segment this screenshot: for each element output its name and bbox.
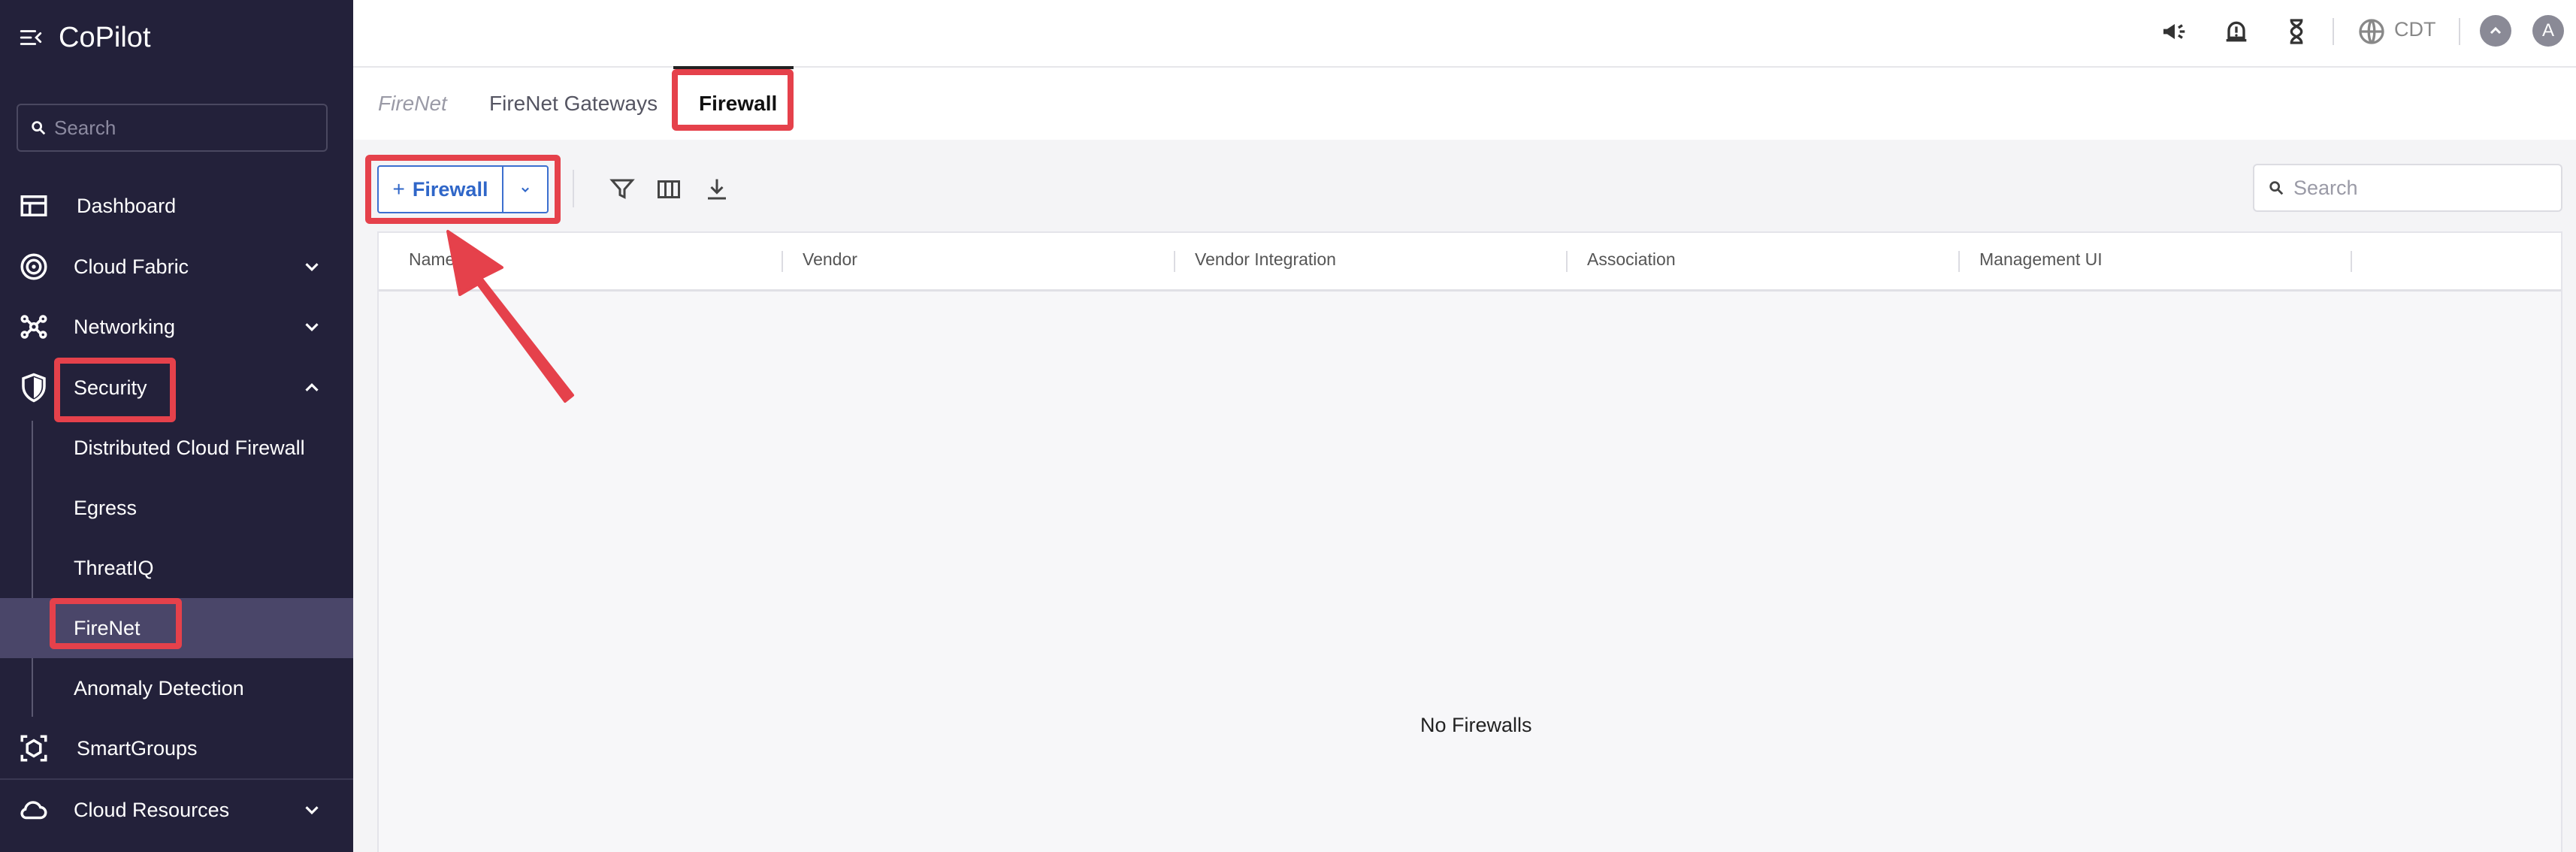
column-header-association[interactable]: Association xyxy=(1587,249,1676,270)
tab-firenet-gateways[interactable]: FireNet Gateways xyxy=(489,92,658,116)
globe-icon[interactable] xyxy=(2357,17,2387,47)
add-firewall-label: Firewall xyxy=(412,177,488,201)
brand: CoPilot xyxy=(18,20,151,56)
sidebar-subitem-label: Distributed Cloud Firewall xyxy=(74,436,305,459)
add-firewall-dropdown[interactable] xyxy=(503,167,547,212)
empty-state-message: No Firewalls xyxy=(1420,714,1532,736)
table-header: Name Vendor Vendor Integration Associati… xyxy=(379,233,2561,292)
top-divider xyxy=(2459,18,2460,45)
sidebar-subitem-anomaly-detection[interactable]: Anomaly Detection xyxy=(0,658,353,718)
timezone-label[interactable]: CDT xyxy=(2394,18,2436,41)
sidebar-item-cloud-resources[interactable]: Cloud Resources xyxy=(0,780,353,840)
column-divider xyxy=(782,251,783,272)
collapse-toggle[interactable] xyxy=(2480,15,2511,47)
sidebar: CoPilot Search Dashboard Cloud Fabric Ne… xyxy=(0,0,353,852)
column-divider xyxy=(1174,251,1175,272)
sidebar-subitem-label: ThreatIQ xyxy=(74,556,154,579)
sidebar-item-label: Dashboard xyxy=(77,194,177,217)
column-header-vendor-integration[interactable]: Vendor Integration xyxy=(1195,249,1336,270)
chevron-up-icon xyxy=(305,383,319,391)
sidebar-item-smartgroups[interactable]: SmartGroups xyxy=(0,718,353,778)
sidebar-item-networking[interactable]: Networking xyxy=(0,297,353,357)
sidebar-subitem-label: FireNet xyxy=(74,616,141,639)
download-icon[interactable] xyxy=(703,176,730,203)
cloud-fabric-icon xyxy=(20,253,47,280)
chevron-up-icon xyxy=(2490,26,2502,35)
chevron-down-icon xyxy=(305,323,319,331)
tab-firewall[interactable]: Firewall xyxy=(699,92,777,116)
filter-icon[interactable] xyxy=(609,176,636,203)
hourglass-icon[interactable] xyxy=(2281,17,2311,47)
plus-icon: + xyxy=(392,177,405,201)
app-title: CoPilot xyxy=(59,21,151,53)
chevron-down-icon xyxy=(305,806,319,814)
sidebar-item-cloud-fabric[interactable]: Cloud Fabric xyxy=(0,237,353,297)
chevron-down-icon xyxy=(522,187,529,192)
tab-firenet[interactable]: FireNet xyxy=(378,92,447,116)
sidebar-search-input[interactable]: Search xyxy=(17,104,328,152)
sidebar-item-label: Security xyxy=(74,376,147,399)
column-divider xyxy=(1958,251,1960,272)
shield-icon xyxy=(22,373,46,403)
sidebar-item-security[interactable]: Security xyxy=(0,358,353,418)
column-divider xyxy=(1566,251,1568,272)
column-header-management-ui[interactable]: Management UI xyxy=(1979,249,2103,270)
sidebar-subitem-label: Anomaly Detection xyxy=(74,676,244,699)
chevron-down-icon xyxy=(305,263,319,271)
sidebar-subitem-distributed-cloud-firewall[interactable]: Distributed Cloud Firewall xyxy=(0,418,353,478)
menu-collapse-icon[interactable] xyxy=(18,25,44,50)
columns-icon[interactable] xyxy=(655,176,682,203)
tab-active-indicator xyxy=(673,66,794,69)
add-firewall-button[interactable]: + Firewall xyxy=(379,167,503,212)
toolbar-divider xyxy=(573,170,574,207)
table-search-placeholder: Search xyxy=(2293,176,2358,199)
alarm-icon[interactable] xyxy=(2221,17,2251,47)
column-header-name[interactable]: Name xyxy=(409,249,455,270)
dashboard-icon xyxy=(20,195,47,216)
announcement-icon[interactable] xyxy=(2160,17,2190,47)
networking-icon xyxy=(20,315,47,339)
column-header-vendor[interactable]: Vendor xyxy=(803,249,857,270)
sidebar-item-dashboard[interactable]: Dashboard xyxy=(0,176,353,236)
smartgroups-icon xyxy=(20,735,47,762)
column-divider xyxy=(2351,251,2352,272)
search-icon xyxy=(32,121,46,135)
cloud-icon xyxy=(20,801,47,820)
avatar[interactable]: A xyxy=(2532,15,2564,47)
sidebar-item-label: Cloud Fabric xyxy=(74,255,189,278)
sidebar-item-label: Networking xyxy=(74,315,176,338)
top-divider xyxy=(2333,18,2334,45)
sidebar-search-placeholder: Search xyxy=(54,116,116,139)
tab-bar xyxy=(353,69,2576,138)
search-icon xyxy=(2269,181,2284,195)
sidebar-subitem-firenet[interactable]: FireNet xyxy=(0,598,353,658)
firewall-table: Name Vendor Vendor Integration Associati… xyxy=(377,231,2562,852)
table-search-input[interactable]: Search xyxy=(2253,164,2562,212)
sidebar-subitem-label: Egress xyxy=(74,496,138,519)
sidebar-item-label: Cloud Resources xyxy=(74,798,230,821)
sidebar-subitem-egress[interactable]: Egress xyxy=(0,478,353,538)
sidebar-subitem-threatiq[interactable]: ThreatIQ xyxy=(0,538,353,598)
add-firewall-split-button: + Firewall xyxy=(377,165,549,213)
sidebar-item-label: SmartGroups xyxy=(77,736,198,760)
